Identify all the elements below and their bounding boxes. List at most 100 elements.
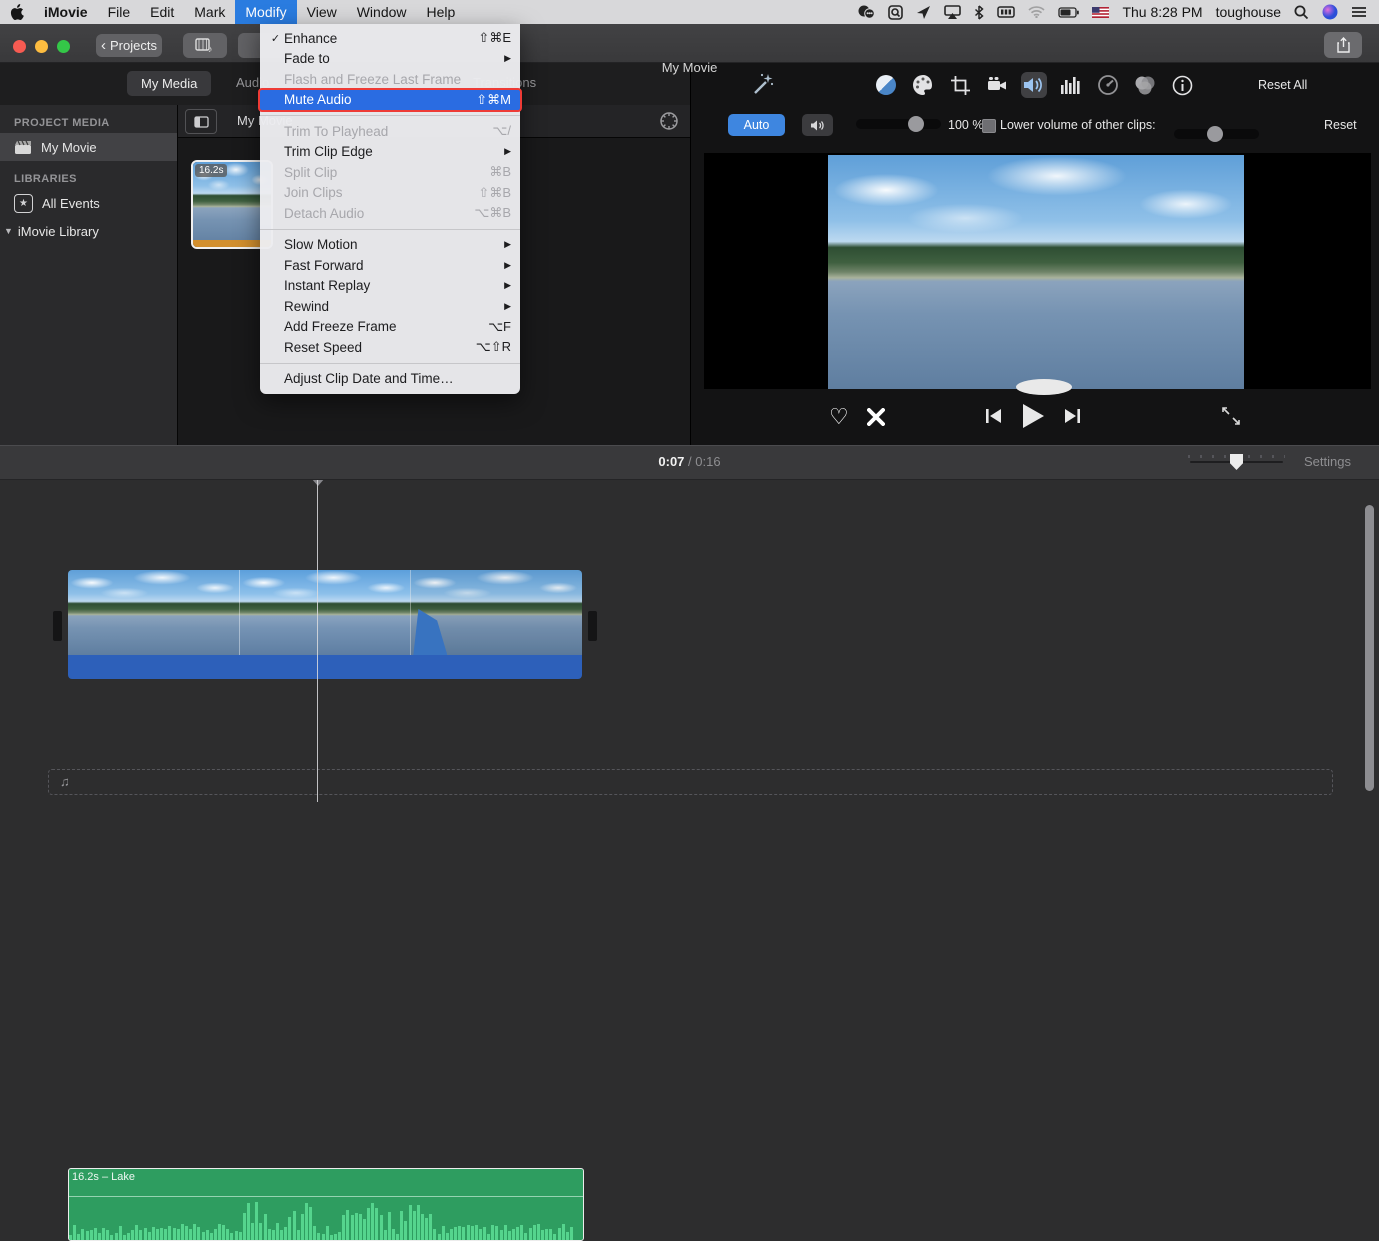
play-button[interactable] <box>1021 403 1045 434</box>
minimize-window-button[interactable] <box>35 40 48 53</box>
volume-percent: 100 % <box>948 118 984 132</box>
siri-icon[interactable] <box>1322 4 1338 20</box>
play-icon <box>1023 404 1044 428</box>
menu-bar-status: Thu 8:28 PM toughouse <box>858 4 1379 20</box>
libraries-sidebar: PROJECT MEDIA My Movie LIBRARIES ★ All E… <box>0 105 178 445</box>
favorite-button[interactable]: ♡ <box>829 404 849 430</box>
sidebar-item-my-movie[interactable]: My Movie <box>0 133 177 161</box>
boat-prow <box>413 609 448 655</box>
menu-bar: iMovie File Edit Mark Modify View Window… <box>0 0 1379 24</box>
spotlight-icon[interactable] <box>1294 5 1309 20</box>
menu-item-enhance[interactable]: ✓ Enhance ⇧⌘E <box>260 28 520 49</box>
previous-frame-button[interactable] <box>985 408 1003 429</box>
clapperboard-icon <box>15 140 31 154</box>
menu-item-slow-motion[interactable]: Slow Motion ▶ <box>260 235 520 256</box>
reset-volume-button[interactable]: Reset <box>1324 118 1357 132</box>
clip-filter-button[interactable] <box>658 110 680 137</box>
sidebar-item-all-events[interactable]: ★ All Events <box>0 189 177 217</box>
color-balance-button[interactable] <box>873 72 899 98</box>
timeline: 16.2s – Lake ♫ <box>0 478 1379 1241</box>
sidebar-item-imovie-library[interactable]: ▼ iMovie Library <box>0 217 177 245</box>
crop-button[interactable] <box>947 72 973 98</box>
menu-window[interactable]: Window <box>347 0 417 24</box>
reset-all-button[interactable]: Reset All <box>1258 78 1307 92</box>
sidebar-toggle-button[interactable] <box>185 109 217 134</box>
menu-item-mute-audio[interactable]: Mute Audio ⇧⌘M <box>258 87 522 112</box>
mute-toggle-button[interactable] <box>802 114 833 136</box>
wifi-icon[interactable] <box>1028 6 1046 18</box>
x-icon <box>867 408 885 426</box>
keyboard-icon[interactable] <box>997 6 1016 18</box>
menu-bar-clock[interactable]: Thu 8:28 PM <box>1122 4 1202 20</box>
video-camera-icon <box>988 77 1006 90</box>
clip-filter-effects-button[interactable] <box>1132 72 1158 98</box>
reject-button[interactable] <box>867 408 885 426</box>
noise-equalizer-button[interactable] <box>1058 72 1084 98</box>
filmstrip-frame <box>68 570 239 655</box>
menu-app-name[interactable]: iMovie <box>34 0 98 24</box>
sidebar-icon <box>193 115 209 128</box>
lower-volume-slider[interactable] <box>1174 126 1259 142</box>
bluetooth-icon[interactable] <box>974 4 985 20</box>
background-music-well[interactable]: ♫ <box>48 769 1333 795</box>
clip-left-handle[interactable] <box>53 611 62 641</box>
enhance-button[interactable] <box>751 72 775 101</box>
auto-volume-button[interactable]: Auto <box>728 114 785 136</box>
menu-view[interactable]: View <box>297 0 347 24</box>
next-frame-button[interactable] <box>1063 408 1081 429</box>
notification-center-icon[interactable] <box>1351 6 1367 18</box>
messages-icon[interactable] <box>858 5 876 19</box>
battery-icon[interactable] <box>1058 6 1080 18</box>
menu-item-detach-audio: Detach Audio ⌥⌘B <box>284 205 511 221</box>
volume-slider[interactable] <box>856 116 941 132</box>
search-window-icon[interactable] <box>888 4 904 20</box>
clip-right-handle[interactable] <box>588 611 597 641</box>
color-balance-icon <box>876 75 896 95</box>
menu-item-trim-clip-edge[interactable]: Trim Clip Edge ▶ <box>260 142 520 163</box>
disclosure-triangle-icon[interactable]: ▼ <box>4 226 13 236</box>
playhead-line[interactable] <box>317 478 318 802</box>
vertical-scrollbar[interactable] <box>1365 505 1374 791</box>
timeline-video-clip[interactable] <box>68 570 582 679</box>
import-media-button[interactable]: ♪ <box>183 33 227 58</box>
stabilization-button[interactable] <box>984 72 1010 98</box>
close-window-button[interactable] <box>13 40 26 53</box>
timeline-audio-clip[interactable]: 16.2s – Lake <box>68 1168 584 1241</box>
menu-help[interactable]: Help <box>417 0 466 24</box>
menu-item-add-freeze-frame[interactable]: Add Freeze Frame ⌥F <box>260 317 520 338</box>
modify-menu: ✓ Enhance ⇧⌘E Fade to ▶ Flash and Freeze… <box>258 24 522 394</box>
audio-clip-label: 16.2s – Lake <box>72 1171 135 1183</box>
input-flag-icon[interactable] <box>1092 6 1110 18</box>
menu-item-split-clip: Split Clip ⌘B <box>284 164 511 180</box>
volume-slider-knob[interactable] <box>908 116 924 132</box>
menu-item-fast-forward[interactable]: Fast Forward ▶ <box>260 255 520 276</box>
color-correction-button[interactable] <box>910 72 936 98</box>
menu-item-instant-replay[interactable]: Instant Replay ▶ <box>260 276 520 297</box>
location-icon[interactable] <box>916 5 931 20</box>
chevron-left-icon: ‹ <box>101 37 107 54</box>
fullscreen-button[interactable] <box>1221 406 1241 431</box>
menu-item-fade-to[interactable]: Fade to ▶ <box>260 49 520 70</box>
lower-volume-slider-knob[interactable] <box>1207 126 1223 142</box>
menu-item-join-clips: Join Clips ⇧⌘B <box>284 184 511 201</box>
lower-volume-checkbox[interactable] <box>982 119 996 133</box>
menu-item-reset-speed[interactable]: Reset Speed ⌥⇧R <box>260 337 520 358</box>
zoom-window-button[interactable] <box>57 40 70 53</box>
menu-file[interactable]: File <box>98 0 141 24</box>
menu-bar-user[interactable]: toughouse <box>1216 4 1281 20</box>
apple-menu[interactable] <box>0 0 34 24</box>
menu-modify[interactable]: Modify <box>235 0 297 24</box>
submenu-arrow-icon: ▶ <box>504 259 511 270</box>
timeline-settings-button[interactable]: Settings <box>1304 454 1351 469</box>
info-button[interactable] <box>1169 72 1195 98</box>
timeline-zoom-slider[interactable] <box>1188 454 1285 470</box>
volume-button[interactable] <box>1021 72 1047 98</box>
menu-item-adjust-clip-date[interactable]: Adjust Clip Date and Time… <box>260 369 520 390</box>
menu-edit[interactable]: Edit <box>140 0 184 24</box>
menu-mark[interactable]: Mark <box>184 0 235 24</box>
airplay-icon[interactable] <box>944 5 962 19</box>
speed-button[interactable] <box>1095 72 1121 98</box>
share-button[interactable] <box>1324 32 1362 58</box>
menu-item-rewind[interactable]: Rewind ▶ <box>260 296 520 317</box>
projects-back-button[interactable]: ‹ Projects <box>96 34 162 57</box>
